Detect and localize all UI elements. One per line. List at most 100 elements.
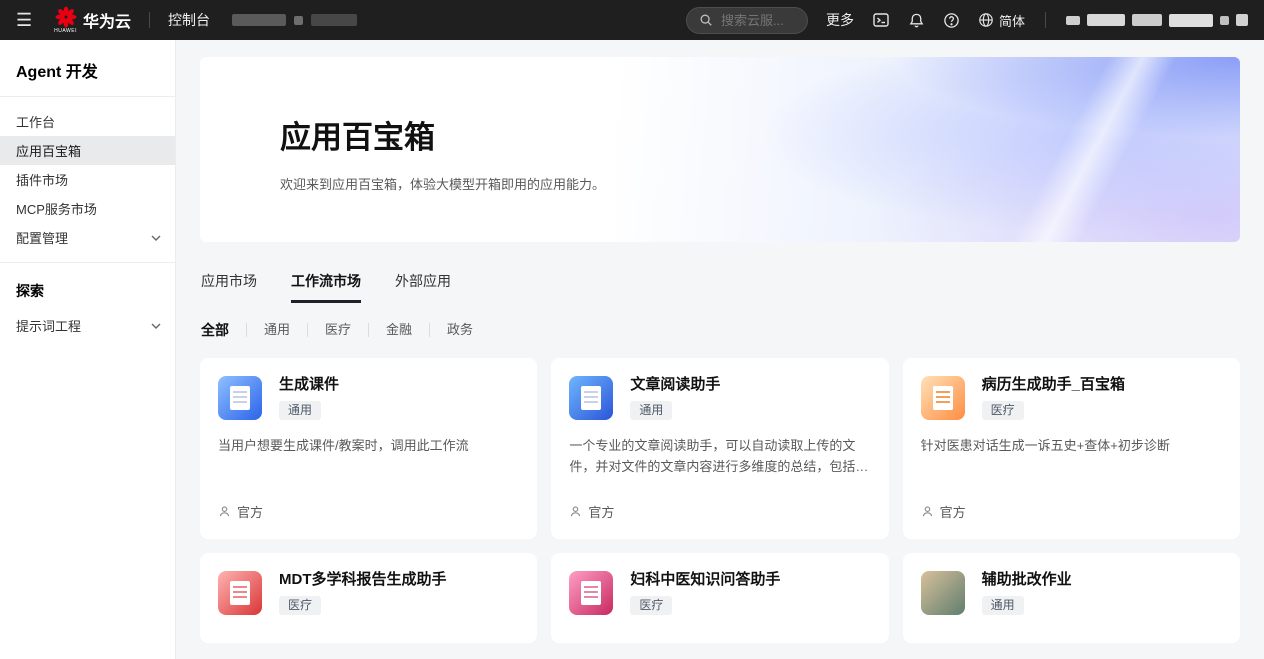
redacted-block: [1087, 14, 1125, 26]
category-tag: 通用: [279, 401, 322, 420]
app-title: 病历生成助手_百宝箱: [981, 376, 1125, 393]
redacted-block: [1066, 15, 1080, 25]
person-icon: [921, 505, 934, 518]
app-title: 妇科中医知识问答助手: [630, 571, 781, 588]
sidebar-item-label: 应用百宝箱: [16, 144, 82, 159]
language-label: 简体: [998, 13, 1025, 29]
category-tag: 医疗: [981, 401, 1024, 420]
topbar-left: ☰ HUAWEI 华为云 控制台: [16, 6, 357, 34]
redacted-block: [1220, 15, 1229, 25]
redacted-block: [1132, 14, 1162, 26]
category-tag: 医疗: [279, 596, 322, 615]
menu-icon[interactable]: ☰: [16, 10, 40, 31]
console-window-icon[interactable]: [872, 11, 890, 29]
topbar-right: 更多: [685, 6, 1248, 34]
redacted-breadcrumb: [231, 14, 357, 26]
app-owner: 官方: [921, 502, 1222, 521]
app-owner: 官方: [218, 502, 519, 521]
app-card[interactable]: 生成课件 通用 当用户想要生成课件/教案时，调用此工作流 官方: [200, 358, 538, 539]
brand-name: 华为云: [82, 14, 131, 31]
tab-workflow-market[interactable]: 工作流市场: [291, 271, 361, 303]
chevron-down-icon: [151, 323, 161, 329]
page-subtitle: 欢迎来到应用百宝箱，体验大模型开箱即用的应用能力。: [280, 177, 606, 192]
category-tag: 通用: [981, 596, 1024, 615]
sidebar-item-config-management[interactable]: 配置管理: [0, 223, 175, 252]
person-icon: [218, 505, 231, 518]
redacted-block: [310, 14, 357, 26]
app-card-grid: 生成课件 通用 当用户想要生成课件/教案时，调用此工作流 官方 文章阅读助手 通…: [200, 358, 1240, 643]
sidebar-title: Agent 开发: [16, 64, 98, 81]
sidebar-item-label: 插件市场: [16, 173, 69, 188]
filter-general[interactable]: 通用: [246, 323, 307, 337]
app-icon: [569, 376, 614, 420]
app-owner: 官方: [569, 502, 870, 521]
tab-app-market[interactable]: 应用市场: [201, 271, 257, 303]
filter-medical[interactable]: 医疗: [307, 323, 368, 337]
category-tag: 通用: [630, 401, 673, 420]
huawei-cloud-logo[interactable]: HUAWEI 华为云: [54, 6, 131, 34]
tab-external-apps[interactable]: 外部应用: [395, 271, 451, 303]
sidebar-divider: [0, 96, 175, 97]
app-icon: [218, 571, 262, 615]
huawei-flower-icon: HUAWEI: [54, 6, 77, 34]
page-title: 应用百宝箱: [280, 120, 435, 155]
app-card[interactable]: 妇科中医知识问答助手 医疗: [551, 553, 889, 643]
owner-label: 官方: [588, 505, 615, 520]
app-description: 针对医患对话生成一诉五史+查体+初步诊断: [920, 438, 1170, 453]
app-card[interactable]: 病历生成助手_百宝箱 医疗 针对医患对话生成一诉五史+查体+初步诊断 官方: [902, 358, 1240, 539]
app-icon: [218, 376, 262, 420]
notifications-bell-icon[interactable]: [908, 12, 925, 29]
market-tabs: 应用市场 工作流市场 外部应用: [200, 271, 1240, 303]
brand-caption: HUAWEI: [54, 28, 77, 34]
category-filters: 全部 通用 医疗 金融 政务: [200, 323, 1240, 337]
search-box[interactable]: [685, 6, 808, 34]
filter-finance[interactable]: 金融: [368, 323, 429, 337]
redacted-account: [1066, 13, 1248, 27]
app-title: MDT多学科报告生成助手: [279, 571, 447, 588]
sidebar-item-prompt-engineering[interactable]: 提示词工程: [0, 311, 175, 340]
more-menu[interactable]: 更多: [826, 10, 854, 30]
search-input[interactable]: [718, 11, 799, 29]
filter-all[interactable]: 全部: [200, 323, 246, 337]
main-content: 应用百宝箱 欢迎来到应用百宝箱，体验大模型开箱即用的应用能力。 应用市场 工作流…: [176, 40, 1264, 659]
app-icon: [920, 571, 965, 615]
help-icon[interactable]: [943, 12, 960, 29]
app-card[interactable]: 文章阅读助手 通用 一个专业的文章阅读助手，可以自动读取上传的文件，并对文件的文…: [551, 358, 889, 539]
owner-label: 官方: [237, 505, 264, 520]
sidebar-item-label: 提示词工程: [16, 319, 82, 334]
chevron-down-icon: [151, 235, 161, 241]
globe-icon: [978, 12, 994, 28]
hero-banner: 应用百宝箱 欢迎来到应用百宝箱，体验大模型开箱即用的应用能力。: [200, 57, 1240, 242]
redacted-block: [293, 15, 303, 25]
app-card[interactable]: 辅助批改作业 通用: [902, 553, 1240, 643]
sidebar-item-mcp-market[interactable]: MCP服务市场: [0, 194, 175, 223]
app-card[interactable]: MDT多学科报告生成助手 医疗: [200, 553, 538, 643]
topbar-divider: [1045, 12, 1046, 28]
owner-label: 官方: [939, 505, 966, 520]
language-switch[interactable]: 简体: [978, 11, 1025, 30]
app-icon: [569, 571, 614, 615]
console-link[interactable]: 控制台: [168, 10, 210, 30]
sidebar-item-label: MCP服务市场: [16, 202, 97, 217]
person-icon: [569, 505, 582, 518]
app-title: 文章阅读助手: [630, 376, 721, 393]
app-description: 一个专业的文章阅读助手，可以自动读取上传的文件，并对文件的文章内容进行多维度的总…: [569, 438, 869, 474]
redacted-block: [231, 14, 286, 26]
sidebar: Agent 开发 工作台 应用百宝箱 插件市场 MCP服务市场 配置管理 探索 …: [0, 40, 176, 659]
sidebar-item-plugin-market[interactable]: 插件市场: [0, 165, 175, 194]
app-title: 生成课件: [279, 376, 340, 393]
topbar-divider: [148, 12, 150, 28]
sidebar-item-label: 工作台: [16, 115, 56, 130]
category-tag: 医疗: [630, 596, 673, 615]
app-title: 辅助批改作业: [981, 571, 1072, 588]
search-icon: [699, 13, 713, 27]
redacted-block: [1236, 14, 1248, 26]
filter-government[interactable]: 政务: [429, 323, 490, 337]
sidebar-item-workbench[interactable]: 工作台: [0, 107, 175, 136]
sidebar-item-label: 配置管理: [16, 231, 69, 246]
sidebar-explore-title: 探索: [16, 283, 44, 299]
app-icon: [920, 376, 965, 420]
sidebar-divider: [0, 262, 175, 263]
sidebar-item-app-treasure-box[interactable]: 应用百宝箱: [0, 136, 175, 165]
redacted-block: [1169, 13, 1213, 27]
